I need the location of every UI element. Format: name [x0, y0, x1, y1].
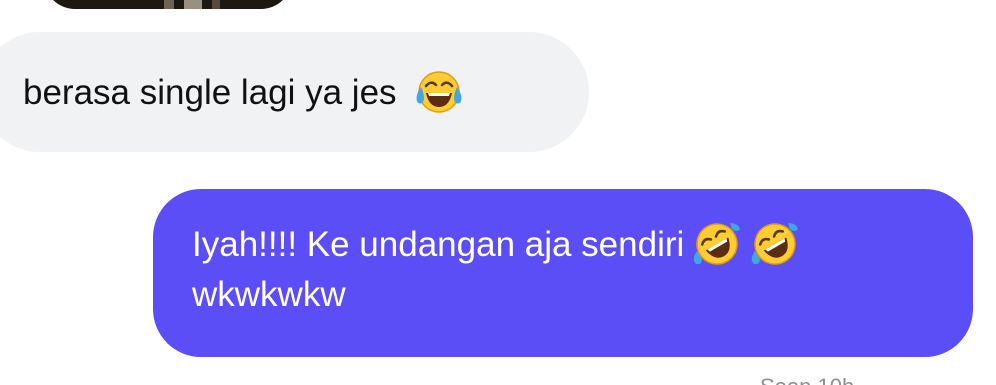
sent-message-text: Iyah!!!! Ke undangan aja sendiri: [192, 225, 685, 264]
received-message-text: berasa single lagi ya jes: [23, 73, 397, 112]
photo-detail: [212, 0, 220, 9]
rolling-on-the-floor-laughing-icon: [692, 221, 742, 267]
sent-message-line-1: Iyah!!!! Ke undangan aja sendiri: [192, 220, 933, 270]
previous-shared-photo[interactable]: [44, 0, 292, 9]
sent-message-bubble[interactable]: Iyah!!!! Ke undangan aja sendiri wkwkwkw: [153, 189, 973, 357]
photo-detail: [184, 0, 202, 9]
sent-message-line-2: wkwkwkw: [192, 275, 346, 314]
message-status-text: Seen 10h: [760, 374, 854, 385]
face-with-tears-of-joy-icon: [414, 69, 464, 115]
chat-screen: berasa single lagi ya jes Iyah!!!! Ke un…: [0, 0, 996, 385]
photo-detail: [164, 0, 174, 9]
rolling-on-the-floor-laughing-icon: [750, 221, 800, 267]
received-message-bubble[interactable]: berasa single lagi ya jes: [0, 32, 589, 152]
